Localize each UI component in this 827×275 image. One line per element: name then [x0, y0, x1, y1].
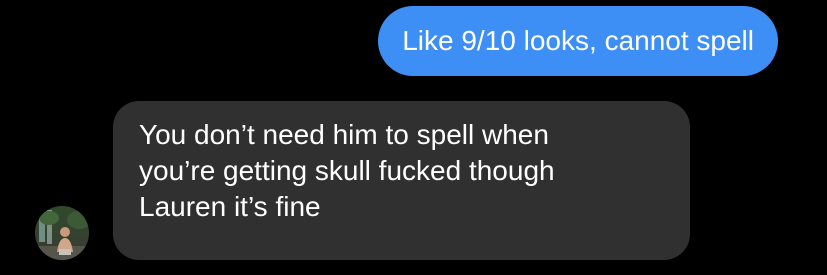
contact-avatar[interactable]	[35, 206, 89, 260]
chat-thread: Like 9/10 looks, cannot spell You don’t …	[0, 0, 827, 275]
sent-message-bubble[interactable]: Like 9/10 looks, cannot spell	[378, 6, 778, 76]
received-message-line: You don’t need him to spell when	[139, 119, 549, 150]
sent-message-text: Like 9/10 looks, cannot spell	[402, 25, 754, 56]
received-message-bubble[interactable]: You don’t need him to spell when you’re …	[113, 101, 690, 260]
avatar-photo-icon	[35, 206, 89, 260]
received-message-line: Lauren it’s fine	[139, 191, 321, 222]
received-message-line: you’re getting skull fucked though	[139, 155, 555, 186]
